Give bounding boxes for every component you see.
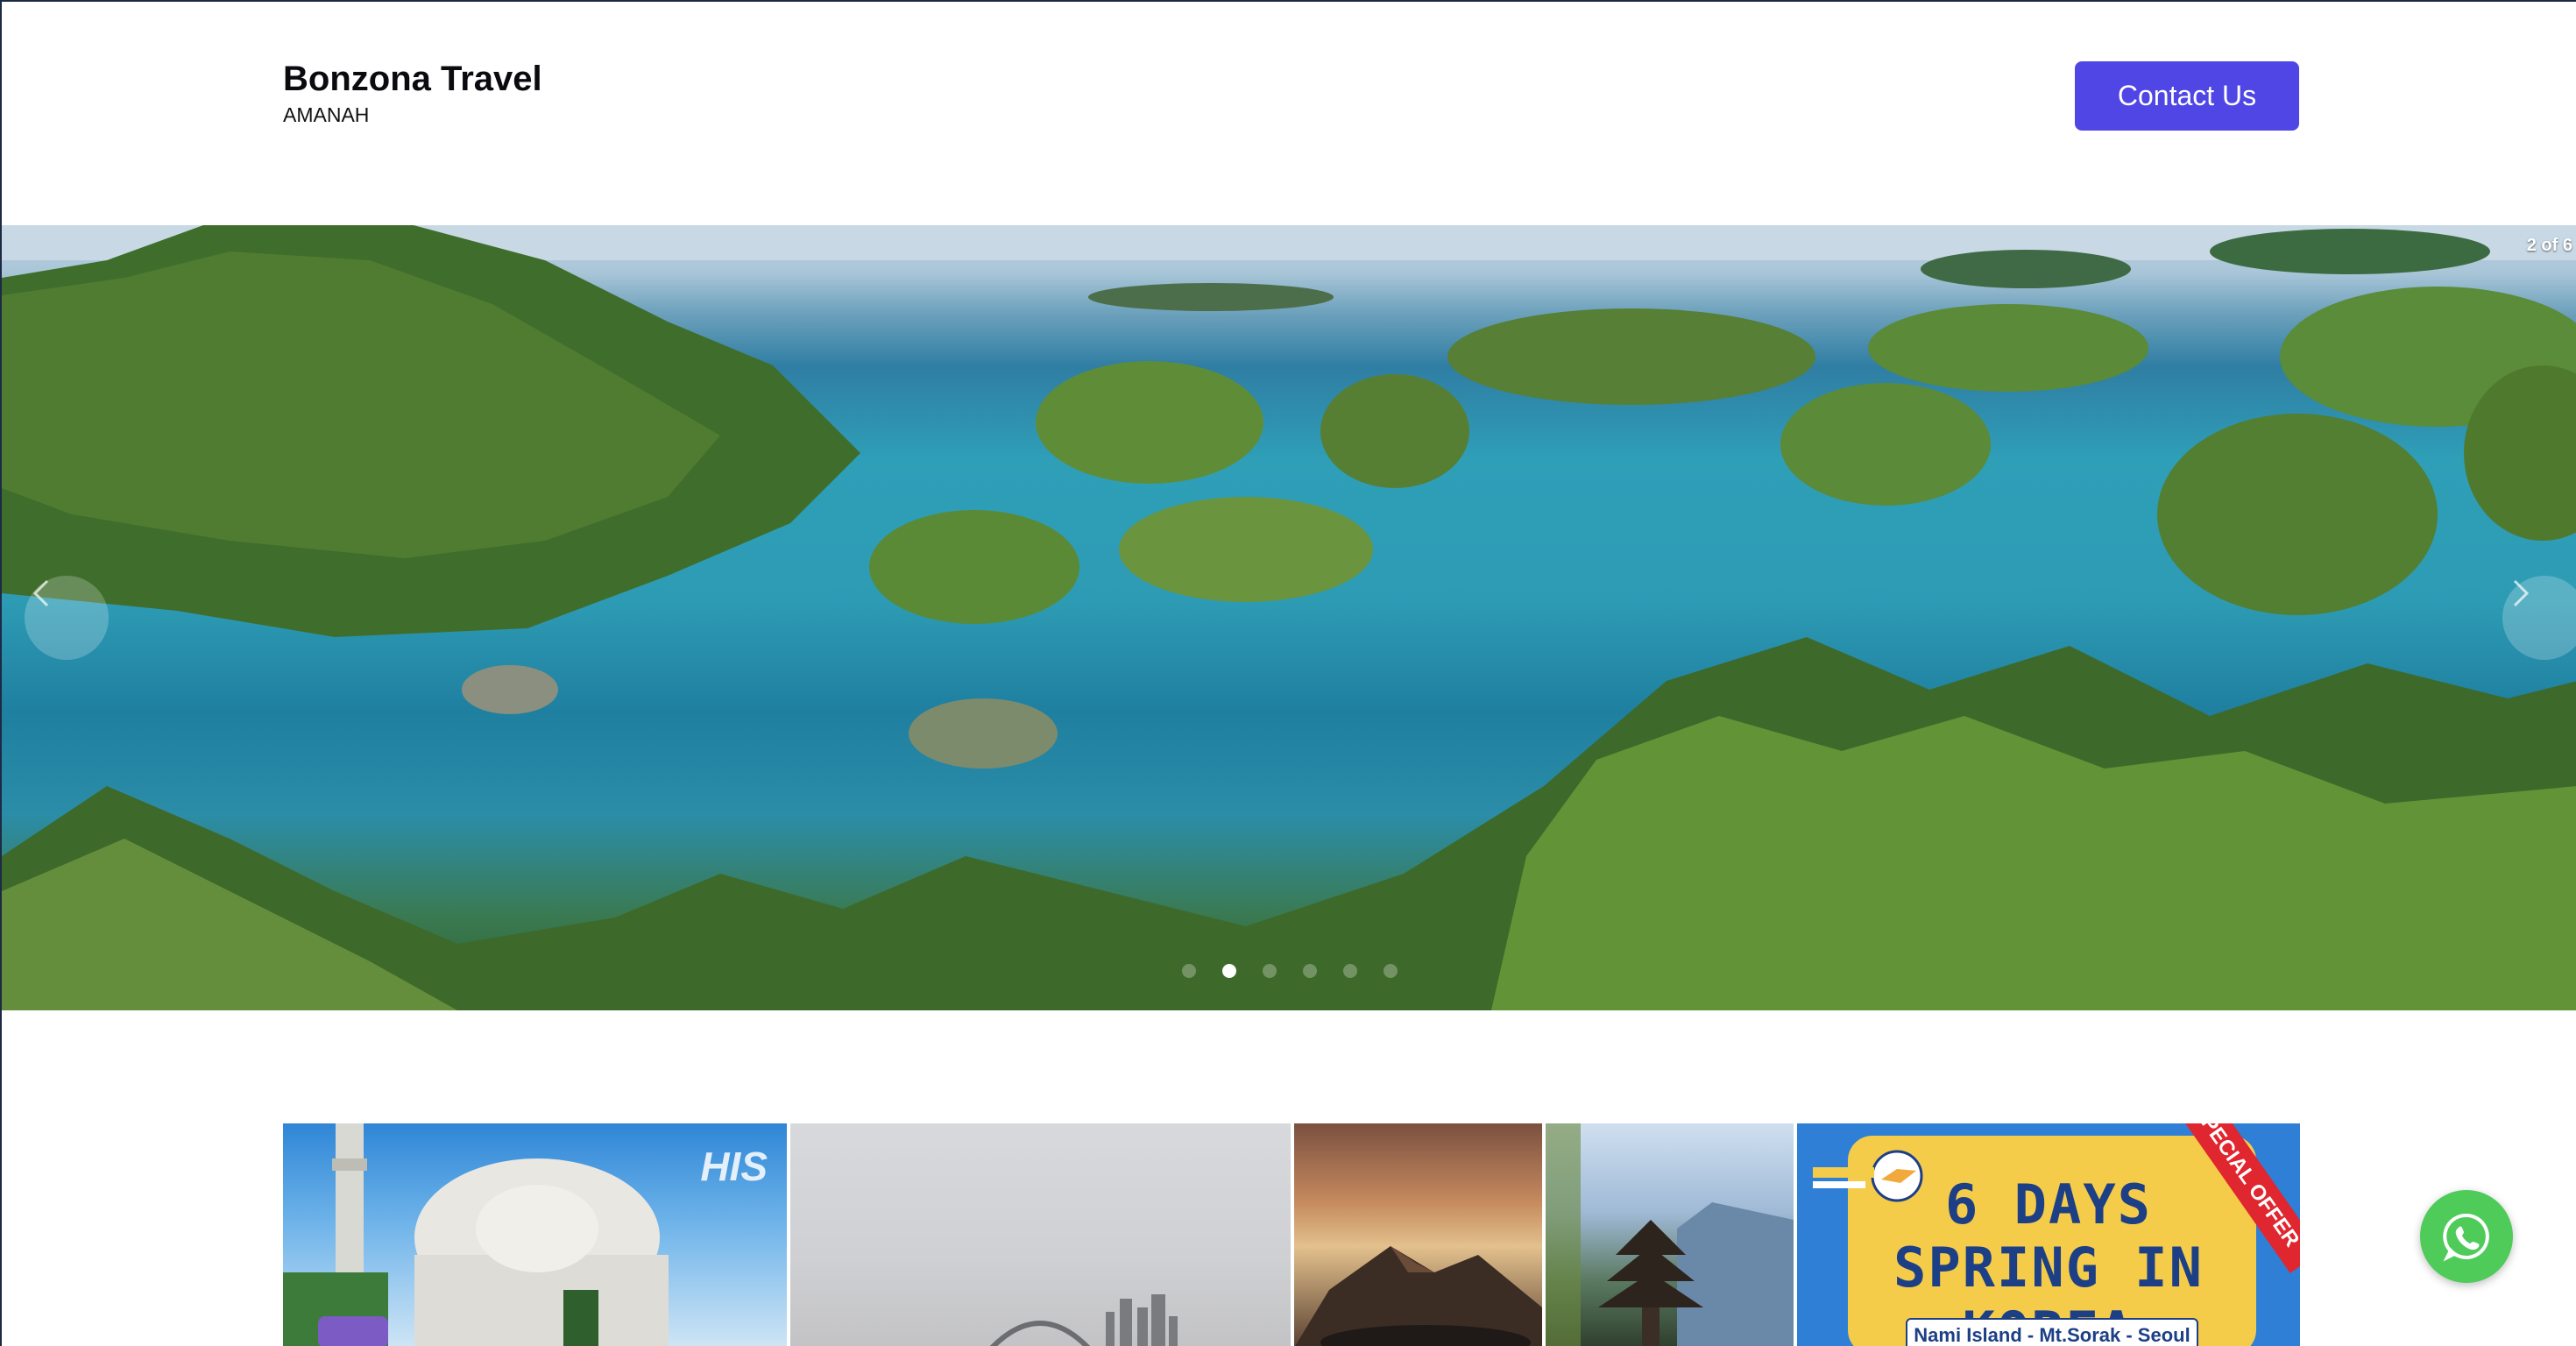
chevron-left-icon [32,579,49,607]
carousel-dot[interactable] [1263,964,1277,978]
carousel-dot[interactable] [1182,964,1196,978]
mountain-image [1295,1246,1542,1346]
carousel-dot-active[interactable] [1222,964,1236,978]
whatsapp-icon [2443,1213,2489,1262]
package-cards: HIS 6 DAYS SPRING IN Nami Island - Mt.So… [283,1123,2300,1346]
package-card-mountain[interactable] [1294,1123,1542,1346]
city-skyline-image [989,1294,1178,1346]
offer-places: Nami Island - Mt.Sorak - Seoul [1906,1318,2198,1346]
brand[interactable]: Bonzona Travel AMANAH [283,58,542,128]
carousel-prev-button[interactable] [25,576,109,660]
package-card-city[interactable] [790,1123,1291,1346]
brand-subtitle: AMANAH [283,103,370,126]
offer-headline-days: 6 DAYS [1945,1172,2152,1236]
carousel-dots [2,964,2576,978]
brand-title: Bonzona Travel [283,60,542,98]
his-logo: HIS [700,1144,768,1189]
package-card-korea[interactable]: 6 DAYS SPRING IN KOREA Nami Island - Mt.… [1797,1123,2300,1346]
site-header: Bonzona Travel AMANAH Contact Us [2,2,2576,225]
carousel-dot[interactable] [1384,964,1398,978]
chevron-right-icon [2513,579,2530,607]
page: Bonzona Travel AMANAH Contact Us 2 of 6 … [0,0,2576,1346]
contact-us-button[interactable]: Contact Us [2075,61,2299,131]
package-card-turkey[interactable]: HIS [283,1123,787,1346]
carousel-dot[interactable] [1343,964,1357,978]
temple-image [1546,1123,1794,1346]
hero-carousel: 2 of 6 [2,225,2576,1010]
whatsapp-button[interactable] [2420,1190,2513,1283]
carousel-dot[interactable] [1303,964,1317,978]
hero-slide-image [2,225,2576,1010]
package-card-bali[interactable] [1546,1123,1794,1346]
slide-counter: 2 of 6 [2526,236,2572,255]
